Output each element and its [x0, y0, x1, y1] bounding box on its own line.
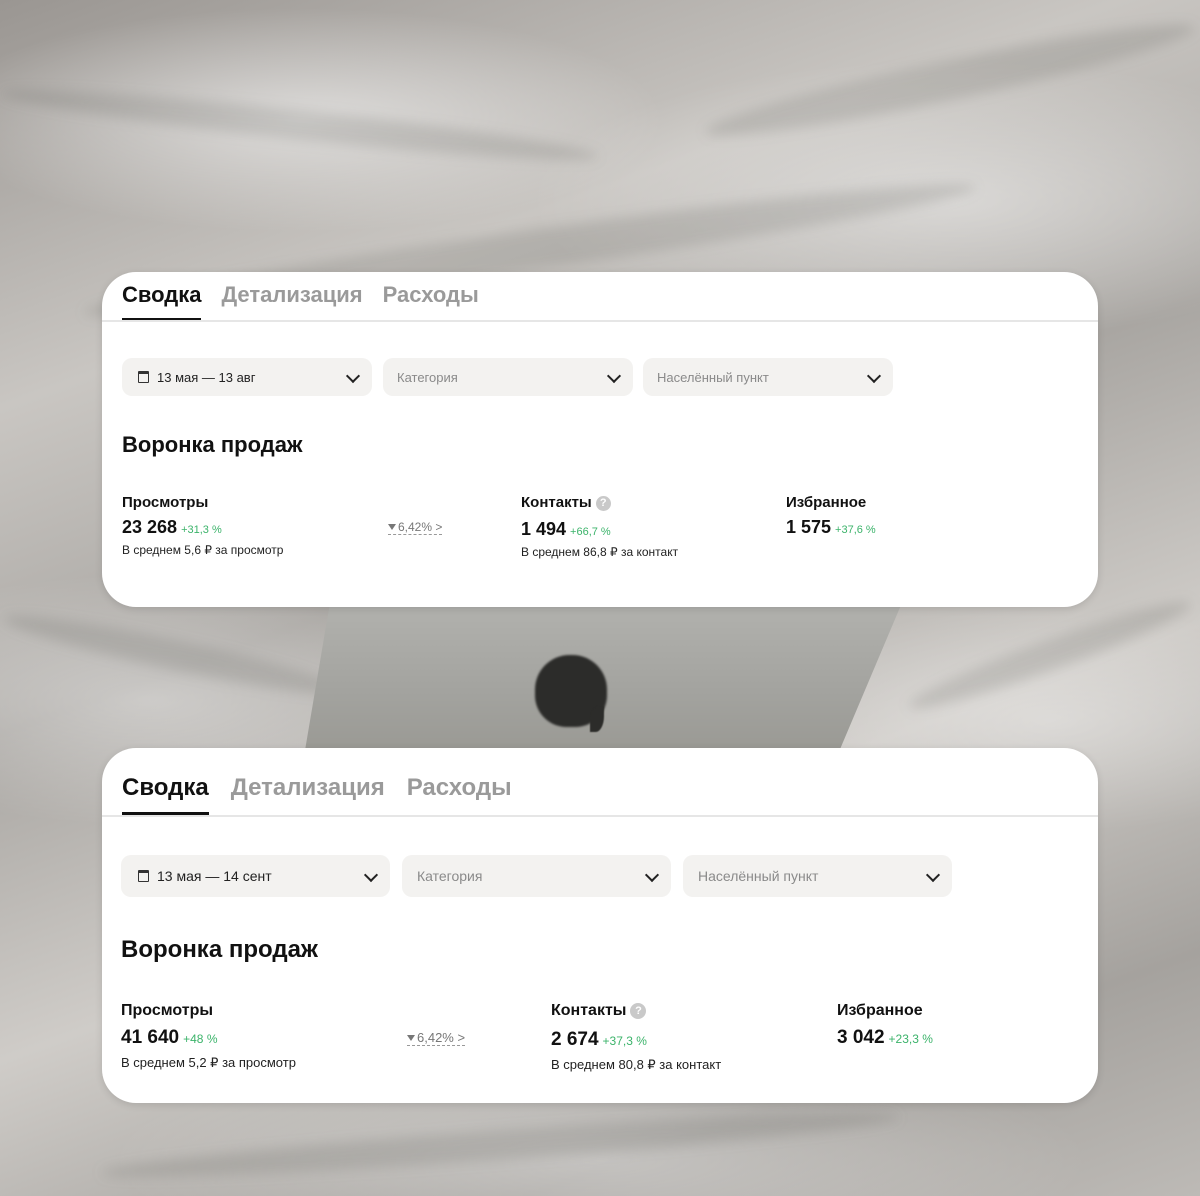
- category-select[interactable]: Категория: [383, 358, 633, 396]
- date-range-select[interactable]: 13 мая — 14 сент: [121, 855, 390, 897]
- tabs-divider: [102, 815, 1098, 817]
- contacts-subtext: В среднем 86,8 ₽ за контакт: [521, 545, 679, 559]
- sheet-fold: [903, 589, 1197, 721]
- tabs-bar: Сводка Детализация Расходы: [122, 282, 479, 321]
- contacts-label-text: Контакты: [551, 1002, 627, 1019]
- sheet-fold: [0, 603, 350, 707]
- date-range-value: 13 мая — 13 авг: [157, 369, 256, 385]
- section-title: Воронка продаж: [121, 936, 318, 963]
- tab-expenses[interactable]: Расходы: [407, 774, 512, 815]
- contacts-delta: +66,7 %: [570, 526, 611, 538]
- sheet-fold: [99, 1102, 901, 1188]
- category-placeholder: Категория: [397, 369, 458, 385]
- date-range-value: 13 мая — 14 сент: [157, 868, 272, 884]
- conversion-value: 6,42% >: [417, 1030, 466, 1045]
- contacts-label-text: Контакты: [521, 494, 592, 511]
- contacts-number: 1 494: [521, 519, 567, 539]
- contacts-label: Контакты?: [551, 1002, 647, 1020]
- tab-summary[interactable]: Сводка: [122, 774, 209, 815]
- city-select[interactable]: Населённый пункт: [683, 855, 952, 897]
- tabs-bar: Сводка Детализация Расходы: [122, 774, 512, 815]
- calendar-icon: [138, 870, 149, 882]
- analytics-panel-2: Сводка Детализация Расходы 13 мая — 14 с…: [102, 748, 1098, 1103]
- section-title: Воронка продаж: [122, 432, 303, 457]
- conversion-link[interactable]: 6,42% >: [407, 1030, 466, 1046]
- contacts-value: 1 494 +66,7 %: [521, 519, 611, 540]
- favorites-delta: +23,3 %: [888, 1032, 933, 1046]
- conversion-value: 6,42% >: [398, 520, 443, 534]
- favorites-delta: +37,6 %: [835, 524, 876, 536]
- views-label: Просмотры: [122, 494, 209, 511]
- sheet-fold: [0, 78, 600, 172]
- views-label: Просмотры: [121, 1002, 214, 1019]
- date-range-select[interactable]: 13 мая — 13 авг: [122, 358, 372, 396]
- category-placeholder: Категория: [417, 868, 483, 884]
- contacts-delta: +37,3 %: [602, 1034, 647, 1048]
- tab-expenses[interactable]: Расходы: [383, 282, 479, 321]
- views-value: 41 640 +48 %: [121, 1027, 217, 1049]
- favorites-value: 1 575 +37,6 %: [786, 517, 876, 538]
- favorites-label: Избранное: [786, 494, 867, 511]
- city-select[interactable]: Населённый пункт: [643, 358, 893, 396]
- favorites-number: 1 575: [786, 517, 832, 537]
- chevron-down-icon: [866, 368, 882, 384]
- contacts-number: 2 674: [551, 1029, 599, 1050]
- tab-summary[interactable]: Сводка: [122, 282, 202, 321]
- analytics-panel-1: Сводка Детализация Расходы 13 мая — 13 а…: [102, 272, 1098, 607]
- contacts-subtext: В среднем 80,8 ₽ за контакт: [551, 1057, 722, 1072]
- category-select[interactable]: Категория: [402, 855, 671, 897]
- city-placeholder: Населённый пункт: [698, 868, 819, 884]
- chevron-down-icon: [345, 368, 361, 384]
- chevron-down-icon: [363, 867, 379, 883]
- tab-details[interactable]: Детализация: [221, 282, 362, 321]
- contacts-label: Контакты?: [521, 494, 611, 511]
- calendar-icon: [138, 371, 149, 383]
- tab-details[interactable]: Детализация: [231, 774, 385, 815]
- chevron-down-icon: [925, 867, 941, 883]
- contacts-value: 2 674 +37,3 %: [551, 1029, 647, 1051]
- sheet-fold: [701, 8, 1199, 152]
- views-subtext: В среднем 5,6 ₽ за просмотр: [122, 543, 284, 557]
- funnel-icon: [388, 524, 396, 530]
- favorites-value: 3 042 +23,3 %: [837, 1027, 933, 1049]
- views-number: 41 640: [121, 1027, 180, 1048]
- favorites-label: Избранное: [837, 1002, 923, 1019]
- views-subtext: В среднем 5,2 ₽ за просмотр: [121, 1055, 296, 1070]
- views-delta: +48 %: [183, 1032, 218, 1046]
- funnel-icon: [407, 1035, 415, 1041]
- help-icon[interactable]: ?: [630, 1003, 647, 1019]
- city-placeholder: Населённый пункт: [657, 369, 769, 385]
- tabs-divider: [102, 320, 1098, 322]
- chevron-down-icon: [606, 368, 622, 384]
- favorites-number: 3 042: [837, 1027, 885, 1048]
- views-value: 23 268 +31,3 %: [122, 517, 222, 538]
- help-icon[interactable]: ?: [595, 496, 611, 511]
- views-number: 23 268: [122, 517, 178, 537]
- chevron-down-icon: [644, 867, 660, 883]
- conversion-link[interactable]: 6,42% >: [388, 520, 443, 535]
- views-delta: +31,3 %: [181, 524, 222, 536]
